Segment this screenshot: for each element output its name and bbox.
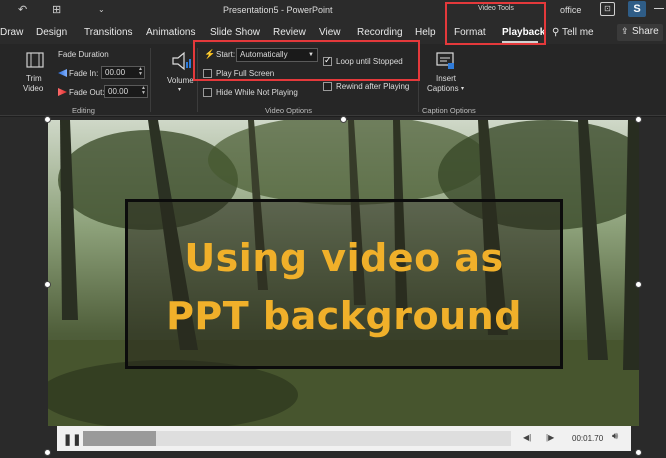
tab-design[interactable]: Design <box>36 27 67 38</box>
chevron-down-icon: ▾ <box>178 87 182 93</box>
share-button[interactable]: ⇪ Share <box>617 24 663 41</box>
tab-review[interactable]: Review <box>273 27 306 38</box>
insert-captions-label-2: Captions <box>427 84 459 93</box>
tab-animations[interactable]: Animations <box>146 27 195 38</box>
tell-me-search[interactable]: ⚲ Tell me <box>552 27 594 38</box>
fade-out-label: Fade Out: <box>69 88 105 97</box>
playback-time: 00:01.70 <box>572 434 604 443</box>
fade-out-icon <box>58 88 67 96</box>
volume-icon[interactable]: 🔊︎ <box>612 431 618 442</box>
undo-icon[interactable]: ↶ <box>18 3 27 16</box>
skype-icon[interactable]: S <box>628 1 646 17</box>
share-icon: ⇪ <box>621 26 629 36</box>
minimize-icon[interactable] <box>654 8 664 9</box>
resize-handle[interactable] <box>44 116 51 123</box>
group-divider <box>150 48 151 112</box>
headline-textbox[interactable]: Using video as PPT background <box>125 199 563 369</box>
hide-while-not-playing-checkbox[interactable] <box>203 88 212 97</box>
spinner-arrows-icon[interactable]: ▲ ▼ <box>141 86 146 96</box>
account-icon[interactable]: ⊡ <box>600 2 615 16</box>
headline-line-2: PPT background <box>166 294 522 338</box>
highlight-playback-tab <box>445 2 546 45</box>
resize-handle[interactable] <box>44 281 51 288</box>
volume-label: Volume <box>167 76 194 85</box>
seek-progress <box>83 431 156 446</box>
title-bar: ↶ ⊞ ⌄ Presentation5 - PowerPoint Video T… <box>0 0 666 20</box>
caption-options-group-label: Caption Options <box>422 106 476 115</box>
tab-help[interactable]: Help <box>415 27 436 38</box>
trim-label-2: Video <box>23 84 44 93</box>
rewind-after-playing-label: Rewind after Playing <box>336 82 410 91</box>
fade-in-icon <box>58 69 67 77</box>
share-label: Share <box>632 26 659 37</box>
tab-recording[interactable]: Recording <box>357 27 403 38</box>
step-forward-icon[interactable]: |▶ <box>546 433 554 442</box>
chevron-down-icon: ▾ <box>461 86 465 92</box>
trim-video-icon <box>26 52 44 68</box>
video-options-group-label: Video Options <box>265 106 312 115</box>
resize-handle[interactable] <box>635 449 642 456</box>
fade-duration-label: Fade Duration <box>58 50 109 59</box>
resize-handle[interactable] <box>635 116 642 123</box>
window-title: Presentation5 - PowerPoint <box>223 5 333 15</box>
resize-handle[interactable] <box>44 449 51 456</box>
hide-while-not-playing-label: Hide While Not Playing <box>216 88 298 97</box>
fade-out-value: 00.00 <box>108 87 129 96</box>
tab-transitions[interactable]: Transitions <box>84 27 133 38</box>
captions-icon <box>436 52 454 69</box>
headline-line-1: Using video as <box>184 236 504 280</box>
pause-icon[interactable]: ❚❚ <box>63 433 81 446</box>
customize-qat-icon[interactable]: ⌄ <box>98 5 105 14</box>
present-icon[interactable]: ⊞ <box>52 3 61 16</box>
fade-in-spinner[interactable]: 00.00 ▲ ▼ <box>101 66 145 79</box>
resize-handle[interactable] <box>635 281 642 288</box>
step-back-icon[interactable]: ◀| <box>523 433 531 442</box>
insert-captions-label-1: Insert <box>436 74 457 83</box>
speaker-icon <box>172 51 191 71</box>
tab-view[interactable]: View <box>319 27 341 38</box>
tab-draw[interactable]: Draw <box>0 27 23 38</box>
tab-slide-show[interactable]: Slide Show <box>210 27 260 38</box>
tell-me-label: Tell me <box>561 27 594 38</box>
trim-video-button[interactable]: Trim Video <box>22 48 48 100</box>
account-name[interactable]: office <box>560 5 581 15</box>
fade-in-label: Fade In: <box>69 69 99 78</box>
video-player-controls: ❚❚ ◀| |▶ 00:01.70 🔊︎ <box>57 426 631 451</box>
resize-handle[interactable] <box>340 116 347 123</box>
spinner-arrows-icon[interactable]: ▲ ▼ <box>138 67 143 77</box>
volume-button[interactable]: Volume ▾ <box>164 48 196 98</box>
trim-label-1: Trim <box>26 74 42 83</box>
rewind-after-playing-checkbox[interactable] <box>323 82 332 91</box>
fade-in-value: 00.00 <box>105 68 126 77</box>
editing-group-label: Editing <box>72 106 95 115</box>
search-icon: ⚲ <box>552 27 560 38</box>
highlight-start-options <box>193 40 420 81</box>
insert-captions-button[interactable]: Insert Captions ▾ <box>424 48 468 102</box>
fade-out-spinner[interactable]: 00.00 ▲ ▼ <box>104 85 148 98</box>
seek-bar[interactable] <box>83 431 511 446</box>
